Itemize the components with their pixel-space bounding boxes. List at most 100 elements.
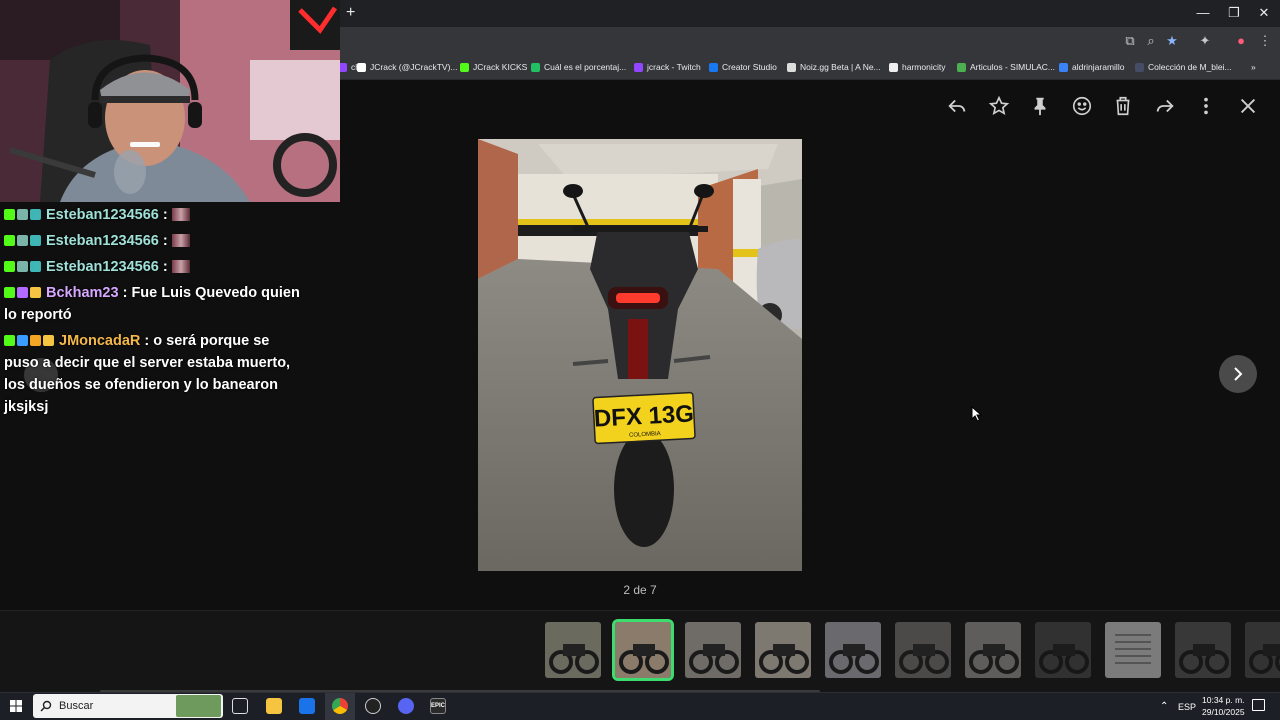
star-icon[interactable] <box>988 95 1010 117</box>
thumbnail[interactable] <box>1105 622 1161 678</box>
chat-badge-icon <box>17 335 28 346</box>
chat-badge-icon <box>17 235 28 246</box>
more-icon[interactable] <box>1195 95 1217 117</box>
chat-badge-icon <box>17 261 28 272</box>
thumbnail[interactable] <box>545 622 601 678</box>
chat-username[interactable]: Bckham23 <box>46 285 119 301</box>
clock-date[interactable]: 29/10/2025 <box>1202 707 1245 717</box>
bookmark-favicon-icon <box>787 62 796 72</box>
bookmark-item[interactable]: JCrack KICKS <box>460 60 527 74</box>
bookmark-star-icon[interactable]: ★ <box>1164 33 1180 49</box>
file-explorer-icon[interactable] <box>266 698 282 714</box>
bookmark-label: JCrack KICKS <box>473 62 528 72</box>
chat-username[interactable]: JMoncadaR <box>59 333 140 349</box>
image-counter: 2 de 7 <box>623 583 657 597</box>
close-icon[interactable] <box>1237 95 1259 117</box>
windows-start-icon[interactable] <box>10 700 22 712</box>
outlook-icon[interactable] <box>299 698 315 714</box>
chat-badge-icon <box>30 287 41 298</box>
bookmark-label: harmonicity <box>902 62 946 72</box>
bookmark-favicon-icon <box>957 62 966 72</box>
tray-overflow-icon[interactable]: ⌃ <box>1160 701 1168 712</box>
chat-username[interactable]: Esteban1234566 <box>46 259 159 275</box>
bookmark-item[interactable]: aldrinjaramillo <box>1059 60 1124 74</box>
profile-icon[interactable]: ● <box>1233 33 1249 49</box>
more-bookmarks-button[interactable]: » <box>1251 60 1256 74</box>
bookmark-favicon-icon <box>709 62 718 72</box>
language-indicator[interactable]: ESP <box>1178 702 1196 712</box>
bookmark-item[interactable]: Colección de M_blei... <box>1135 60 1232 74</box>
restore-button[interactable]: ❐ <box>1224 5 1244 21</box>
bookmark-item[interactable]: Creator Studio <box>709 60 777 74</box>
menu-icon[interactable]: ⋮ <box>1257 33 1273 49</box>
chat-badge-icon <box>4 261 15 272</box>
bookmark-label: JCrack (@JCrackTV)... <box>370 62 458 72</box>
minimize-button[interactable]: — <box>1193 5 1213 20</box>
emoji-icon[interactable] <box>1071 95 1093 117</box>
chat-badge-icon <box>30 209 41 220</box>
thumbnail[interactable] <box>1035 622 1091 678</box>
thumbnail[interactable] <box>612 619 674 681</box>
chat-message: Esteban1234566 : <box>4 204 304 226</box>
reply-icon[interactable] <box>946 95 968 117</box>
epic-games-icon[interactable]: EPIC <box>430 698 446 714</box>
plate-number: DFX 13G <box>593 400 694 432</box>
bookmark-favicon-icon <box>1059 62 1068 72</box>
notifications-icon[interactable] <box>1252 699 1265 711</box>
mouse-cursor-icon <box>971 405 983 427</box>
bookmark-favicon-icon <box>1135 62 1144 72</box>
close-window-button[interactable]: ✕ <box>1254 5 1274 21</box>
next-image-button[interactable] <box>1219 355 1257 393</box>
bookmark-favicon-icon <box>357 62 366 72</box>
chrome-icon[interactable] <box>332 698 348 714</box>
screen: + — ❐ ✕ ⧉ ⌕ ★ ✦ ● ⋮ ch JCrack (@JCrackTV)… <box>0 0 1280 720</box>
chat-badge-icon <box>30 235 41 246</box>
chat-badge-icon <box>4 209 15 220</box>
bookmark-favicon-icon <box>889 62 898 72</box>
thumbnail[interactable] <box>825 622 881 678</box>
pin-icon[interactable] <box>1029 95 1051 117</box>
chat-badge-icon <box>17 287 28 298</box>
bookmark-label: aldrinjaramillo <box>1072 62 1125 72</box>
extensions-icon[interactable]: ✦ <box>1197 33 1213 49</box>
chevron-right-icon <box>1234 367 1243 381</box>
zoom-icon[interactable]: ⌕ <box>1143 33 1159 49</box>
bookmark-item[interactable]: jcrack - Twitch <box>634 60 701 74</box>
thumbnail[interactable] <box>895 622 951 678</box>
thumbnail[interactable] <box>965 622 1021 678</box>
chat-username[interactable]: Esteban1234566 <box>46 207 159 223</box>
bookmark-item[interactable]: Cuál es el porcentaj... <box>531 60 626 74</box>
trash-icon[interactable] <box>1112 95 1134 117</box>
chat-message: JMoncadaR : o será porque se puso a deci… <box>4 330 304 418</box>
search-icon <box>40 700 52 712</box>
bookmark-label: jcrack - Twitch <box>647 62 701 72</box>
chat-separator: : <box>118 285 132 301</box>
thumbnail[interactable] <box>685 622 741 678</box>
chat-badge-icon <box>4 287 15 298</box>
bookmark-item[interactable]: Noiz.gg Beta | A Ne... <box>787 60 881 74</box>
webcam-overlay <box>0 0 340 202</box>
chat-badge-icon <box>4 235 15 246</box>
bookmark-item[interactable]: harmonicity <box>889 60 945 74</box>
bookmark-label: Cuál es el porcentaj... <box>544 62 627 72</box>
thumbnail[interactable] <box>1245 622 1280 678</box>
motorcycle-photo: DFX 13G COLOMBIA <box>478 139 802 571</box>
thumbnail[interactable] <box>755 622 811 678</box>
chat-badge-icon <box>17 209 28 220</box>
bookmark-favicon-icon <box>634 62 643 72</box>
thumbnail[interactable] <box>1175 622 1231 678</box>
new-tab-button[interactable]: + <box>346 4 355 22</box>
obs-icon[interactable] <box>365 698 381 714</box>
bookmark-item[interactable]: Articulos - SIMULAC... <box>957 60 1055 74</box>
stream-chat: Esteban1234566 : Esteban1234566 : Esteba… <box>4 200 304 418</box>
bookmark-item[interactable]: JCrack (@JCrackTV)... <box>357 60 458 74</box>
chat-username[interactable]: Esteban1234566 <box>46 233 159 249</box>
clock-time[interactable]: 10:34 p. m. <box>1202 695 1245 705</box>
task-view-icon[interactable] <box>232 698 248 714</box>
discord-icon[interactable] <box>398 698 414 714</box>
bookmark-label: Colección de M_blei... <box>1148 62 1232 72</box>
forward-icon[interactable] <box>1154 95 1176 117</box>
chat-message: Bckham23 : Fue Luis Quevedo quien lo rep… <box>4 282 304 326</box>
install-app-icon[interactable]: ⧉ <box>1122 33 1138 49</box>
chat-separator: : <box>158 259 172 275</box>
